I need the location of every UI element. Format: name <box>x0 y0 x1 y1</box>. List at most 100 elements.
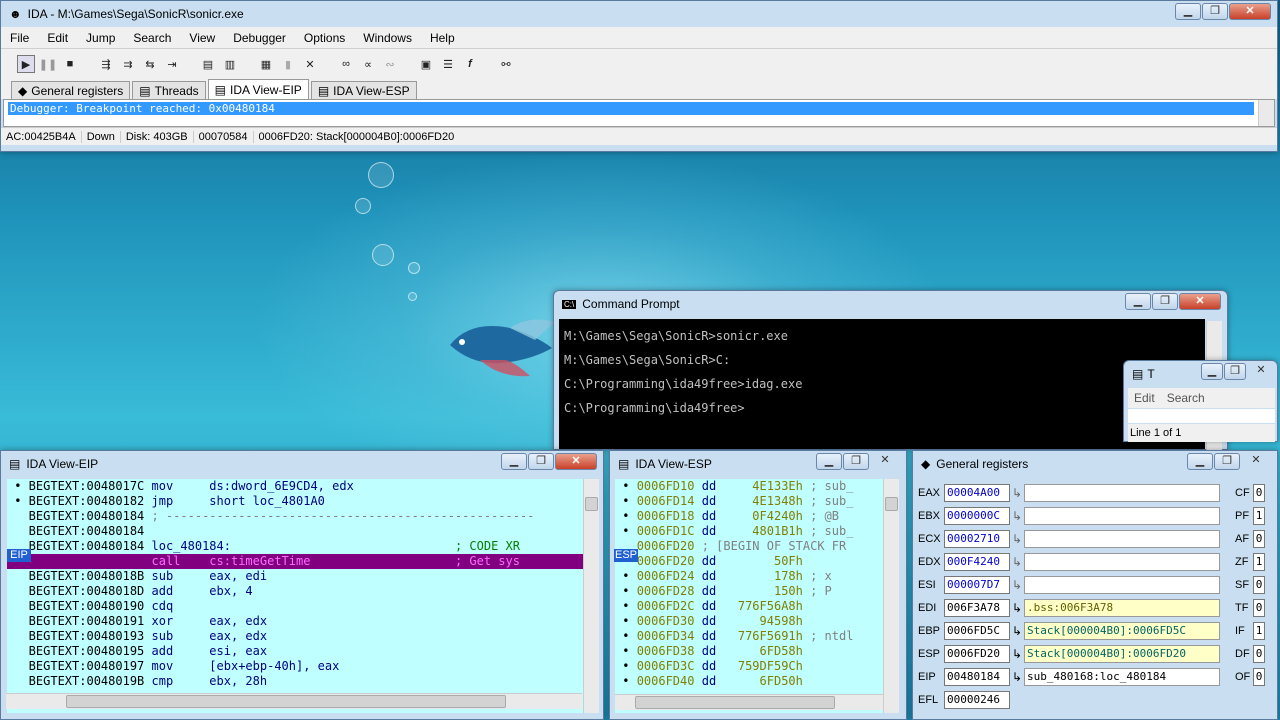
esp-hscroll[interactable] <box>615 694 883 710</box>
step-over-icon[interactable]: ⇉ <box>119 55 137 73</box>
maximize-button[interactable]: ❐ <box>1224 363 1246 380</box>
scroll-thumb[interactable] <box>885 497 898 511</box>
run-icon[interactable]: ▶ <box>17 55 35 73</box>
stack-value[interactable]: 776F5691h <box>731 629 803 643</box>
menu-search[interactable]: Search <box>124 31 180 45</box>
code-line[interactable]: BEGTEXT:00480190 cdq <box>7 599 583 614</box>
close-button[interactable]: ✕ <box>1179 293 1221 310</box>
flag-value[interactable]: 1 <box>1253 507 1265 525</box>
code-line[interactable]: BEGTEXT:0048018D add ebx, 4 <box>7 584 583 599</box>
minimize-button[interactable]: ▁ <box>1125 293 1151 310</box>
stack-value[interactable]: 6FD50h <box>731 674 803 688</box>
flag-value[interactable]: 0 <box>1253 645 1265 663</box>
pause-icon[interactable]: ❚❚ <box>39 55 57 73</box>
stack-value[interactable]: 50Fh <box>731 554 803 568</box>
esp-vscroll[interactable] <box>883 479 899 713</box>
maximize-button[interactable]: ❐ <box>528 453 554 470</box>
jump-arrow-icon[interactable]: ↳ <box>1010 647 1024 661</box>
process-list-icon[interactable]: ▤ <box>199 55 217 73</box>
code-line[interactable]: BEGTEXT:00480193 sub eax, edx <box>7 629 583 644</box>
code-line[interactable]: BEGTEXT:00480195 add esi, eax <box>7 644 583 659</box>
ida-title-bar[interactable]: ☻ IDA - M:\Games\Sega\SonicR\sonicr.exe <box>1 1 1277 27</box>
disassembly-view[interactable]: • BEGTEXT:0048017C mov ds:dword_6E9CD4, … <box>7 479 583 713</box>
menu-view[interactable]: View <box>180 31 224 45</box>
code-line[interactable]: BEGTEXT:00480184 <box>7 524 583 539</box>
code-line[interactable]: • BEGTEXT:00480182 jmp short loc_4801A0 <box>7 494 583 509</box>
minimize-button[interactable]: ▁ <box>501 453 527 470</box>
register-value[interactable]: 000F4240 <box>944 553 1010 571</box>
stack-view[interactable]: • 0006FD10 dd 4E133Eh ; sub_ • 0006FD14 … <box>615 479 883 713</box>
minimize-button[interactable]: ▁ <box>816 453 842 470</box>
tab-threads[interactable]: ▤ Threads <box>132 81 206 99</box>
code-line[interactable]: BEGTEXT:00480197 mov [ebx+ebp-40h], eax <box>7 659 583 674</box>
segments-icon[interactable]: ▣ <box>417 55 435 73</box>
code-line[interactable]: BEGTEXT:00480191 xor eax, edx <box>7 614 583 629</box>
code-operand[interactable]: eax, edx <box>209 614 267 628</box>
flag-value[interactable]: 0 <box>1253 484 1265 502</box>
stack-value[interactable]: 759DF59Ch <box>731 659 803 673</box>
maximize-button[interactable]: ❐ <box>1202 3 1228 20</box>
eip-hscroll[interactable] <box>6 693 582 709</box>
menu-edit[interactable]: Edit <box>38 31 77 45</box>
trace-func-icon[interactable]: ∝ <box>359 55 377 73</box>
scroll-thumb[interactable] <box>585 497 598 511</box>
code-operand[interactable]: ds:dword_6E9CD4, edx <box>209 479 354 493</box>
flag-value[interactable]: 1 <box>1253 553 1265 571</box>
register-value[interactable]: 0000000C <box>944 507 1010 525</box>
stack-line[interactable]: • 0006FD10 dd 4E133Eh ; sub_ <box>615 479 883 494</box>
register-value[interactable]: 000007D7 <box>944 576 1010 594</box>
register-value[interactable]: 0006FD20 <box>944 645 1010 663</box>
flag-value[interactable]: 0 <box>1253 668 1265 686</box>
output-scrollbar[interactable] <box>1258 100 1274 126</box>
menu-options[interactable]: Options <box>295 31 354 45</box>
register-value[interactable]: 00004A00 <box>944 484 1010 502</box>
code-line[interactable]: BEGTEXT:00480184 call cs:timeGetTime ; G… <box>7 554 583 569</box>
step-into-icon[interactable]: ⇶ <box>97 55 115 73</box>
xrefs-icon[interactable]: ⚯ <box>497 55 515 73</box>
code-operand[interactable]: short loc_4801A0 <box>209 494 325 508</box>
run-until-return-icon[interactable]: ⇆ <box>141 55 159 73</box>
breakpoint-disabled-icon[interactable]: ▮ <box>279 55 297 73</box>
menu-jump[interactable]: Jump <box>77 31 124 45</box>
menu-help[interactable]: Help <box>421 31 464 45</box>
tab-ida-view-esp[interactable]: ▤ IDA View-ESP <box>310 81 417 99</box>
code-line[interactable]: BEGTEXT:0048018B sub eax, edi <box>7 569 583 584</box>
code-line[interactable]: BEGTEXT:00480184 loc_480184: ; CODE XR <box>7 539 583 554</box>
stack-line[interactable]: • 0006FD34 dd 776F5691h ; ntdl <box>615 629 883 644</box>
jump-arrow-icon[interactable]: ↳ <box>1010 601 1024 615</box>
code-operand[interactable]: ebx, 28h <box>209 674 267 688</box>
code-operand[interactable]: eax, edi <box>209 569 267 583</box>
code-operand[interactable]: cs:timeGetTime <box>209 554 311 568</box>
code-line[interactable]: BEGTEXT:0048019B cmp ebx, 28h <box>7 674 583 689</box>
code-label[interactable]: loc_480184: <box>152 539 231 553</box>
code-operand[interactable]: [ebx+ebp-40h], eax <box>209 659 339 673</box>
tab-general-registers[interactable]: ◆ General registers <box>11 81 131 99</box>
run-to-cursor-icon[interactable]: ⇥ <box>163 55 181 73</box>
tab-ida-view-eip[interactable]: ▤ IDA View-EIP <box>207 79 309 99</box>
stack-line[interactable]: • 0006FD1C dd 4801B1h ; sub_ <box>615 524 883 539</box>
stack-line[interactable]: • 0006FD24 dd 178h ; x <box>615 569 883 584</box>
threads-menu-search[interactable]: Search <box>1161 391 1211 405</box>
stack-value[interactable]: 150h <box>731 584 803 598</box>
flag-value[interactable]: 0 <box>1253 530 1265 548</box>
code-line[interactable]: • BEGTEXT:0048017C mov ds:dword_6E9CD4, … <box>7 479 583 494</box>
maximize-button[interactable]: ❐ <box>843 453 869 470</box>
register-value[interactable]: 00480184 <box>944 668 1010 686</box>
close-button[interactable]: ✕ <box>870 453 900 470</box>
scroll-thumb[interactable] <box>66 695 506 708</box>
scroll-thumb[interactable] <box>635 696 835 709</box>
flag-value[interactable]: 1 <box>1253 622 1265 640</box>
jump-arrow-icon[interactable]: ↳ <box>1010 670 1024 684</box>
maximize-button[interactable]: ❐ <box>1152 293 1178 310</box>
stack-line[interactable]: • 0006FD38 dd 6FD58h <box>615 644 883 659</box>
delete-breakpoint-icon[interactable]: ✕ <box>301 55 319 73</box>
output-window[interactable]: Debugger: Breakpoint reached: 0x00480184 <box>3 99 1275 127</box>
close-button[interactable]: ✕ <box>1229 3 1271 20</box>
stack-value[interactable]: 4801B1h <box>731 524 803 538</box>
register-value[interactable]: 006F3A78 <box>944 599 1010 617</box>
register-value[interactable]: 00002710 <box>944 530 1010 548</box>
trace-off-icon[interactable]: ∾ <box>381 55 399 73</box>
register-description[interactable]: Stack[000004B0]:0006FD20 <box>1024 645 1220 663</box>
minimize-button[interactable]: ▁ <box>1175 3 1201 20</box>
stack-line[interactable]: • 0006FD28 dd 150h ; P <box>615 584 883 599</box>
